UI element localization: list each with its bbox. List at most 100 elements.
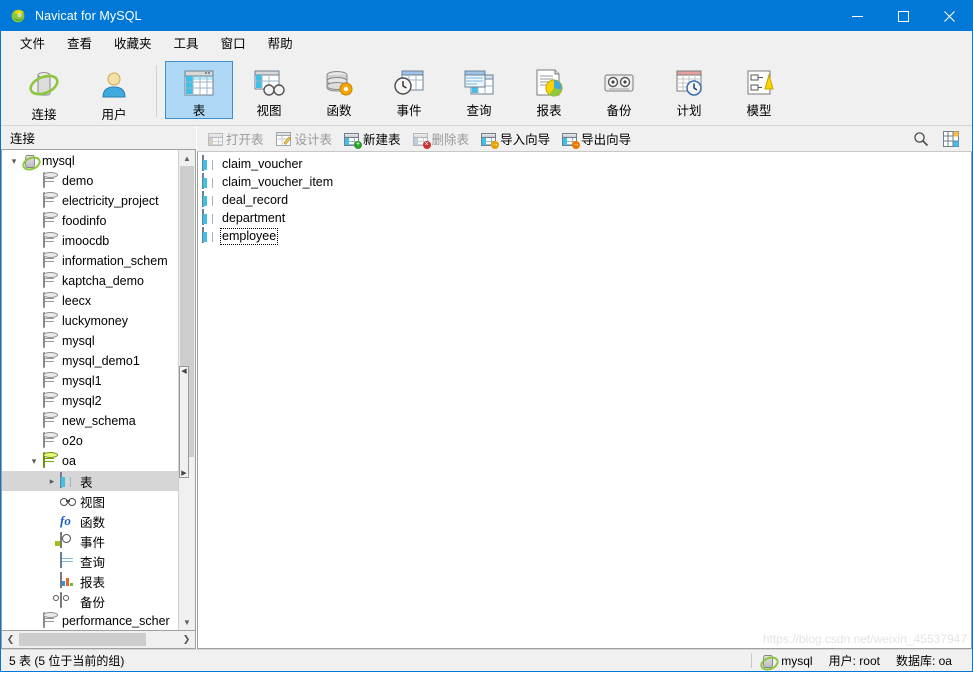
table-list-item[interactable]: deal_record [198, 191, 971, 209]
close-button[interactable] [926, 1, 972, 31]
delete-table-button[interactable]: × 删除表 [409, 126, 476, 151]
tree-node-views[interactable]: 视图 [2, 491, 178, 511]
tree-node-demo[interactable]: demo [2, 171, 178, 191]
scroll-thumb-horizontal[interactable] [19, 633, 147, 646]
open-table-icon [207, 131, 223, 147]
splitter-arrow-up-icon: ◀ [181, 368, 187, 375]
new-table-button[interactable]: + 新建表 [340, 126, 407, 151]
toolbar-button-schedule[interactable]: 计划 [655, 61, 723, 119]
tree-node-leecx[interactable]: leecx [2, 291, 178, 311]
toolbar-button-backup[interactable]: 备份 [585, 61, 653, 119]
scroll-up-icon[interactable]: ▲ [179, 150, 195, 166]
table-list-item[interactable]: department [198, 209, 971, 227]
tree-node-backups[interactable]: 备份 [2, 591, 178, 611]
tree-node-tables[interactable]: ▸ 表 [2, 471, 178, 491]
tree-node-mysql1[interactable]: mysql1 [2, 371, 178, 391]
design-table-button[interactable]: 设计表 [272, 126, 339, 151]
tree-node-functions[interactable]: fo 函数 [2, 511, 178, 531]
tree-node-kaptcha-demo[interactable]: kaptcha_demo [2, 271, 178, 291]
menu-view[interactable]: 查看 [56, 32, 103, 56]
tree-node-label: 函数 [80, 515, 106, 530]
table-list-item[interactable]: claim_voucher_item [198, 173, 971, 191]
pane-splitter-handle[interactable]: ◀ ▶ [179, 366, 189, 478]
table-icon [202, 173, 218, 190]
content-area: 连接 ▾ mysql demo electricity_project food… [1, 126, 972, 649]
object-toolbar-right [906, 130, 972, 147]
tree-node-mysql-demo1[interactable]: mysql_demo1 [2, 351, 178, 371]
tree-node-performance-schema[interactable]: performance_scher [2, 611, 178, 630]
button-label: 设计表 [294, 133, 333, 147]
object-pane: 打开表 设计表 + 新建表 × 删除表 → 导入向导 → 导出向导 claim_… [196, 126, 972, 649]
tree-node-label: demo [62, 174, 94, 188]
backup-icon [602, 69, 636, 97]
toolbar-label: 表 [192, 104, 206, 118]
chevron-down-icon[interactable]: ▾ [6, 151, 22, 171]
toolbar-label: 查询 [466, 104, 492, 118]
table-list[interactable]: claim_voucher claim_voucher_item deal_re… [197, 152, 972, 649]
import-wizard-button[interactable]: → 导入向导 [477, 126, 556, 151]
tree-node-mysql-db[interactable]: mysql [2, 331, 178, 351]
tree-node-queries[interactable]: 查询 [2, 551, 178, 571]
scroll-left-icon[interactable]: ❮ [2, 631, 19, 648]
tree-node-events[interactable]: 事件 [2, 531, 178, 551]
status-user: 用户: root [828, 654, 880, 668]
menu-favorites[interactable]: 收藏夹 [103, 32, 163, 56]
menu-file[interactable]: 文件 [9, 32, 56, 56]
toolbar-button-view[interactable]: 视图 [235, 61, 303, 119]
open-table-button[interactable]: 打开表 [203, 126, 270, 151]
tree-node-new-schema[interactable]: new_schema [2, 411, 178, 431]
database-icon [42, 412, 58, 429]
tree-node-imoocdb[interactable]: imoocdb [2, 231, 178, 251]
status-bar: 5 表 (5 位于当前的组) mysql 用户: root 数据库: oa [1, 649, 972, 673]
scroll-down-icon[interactable]: ▼ [179, 614, 195, 630]
database-icon-open [42, 452, 58, 469]
tree-node-label: mysql1 [62, 374, 102, 388]
tree-node-electricity-project[interactable]: electricity_project [2, 191, 178, 211]
tree-node-foodinfo[interactable]: foodinfo [2, 211, 178, 231]
tree-vertical-scrollbar[interactable]: ▲ ▼ ◀ ▶ [178, 150, 195, 630]
tree-node-label: mysql [62, 334, 95, 348]
toolbar-button-connection[interactable]: 连接 [10, 61, 78, 122]
toolbar-button-table[interactable]: 表 [165, 61, 233, 119]
database-icon [42, 332, 58, 349]
toolbar-button-query[interactable]: 查询 [445, 61, 513, 119]
query-icon [462, 69, 496, 97]
tree-node-information-schema[interactable]: information_schem [2, 251, 178, 271]
toolbar-button-function[interactable]: 函数 [305, 61, 373, 119]
report-icon [60, 572, 76, 589]
scroll-track-horizontal[interactable] [19, 633, 178, 646]
scroll-right-icon[interactable]: ❯ [178, 631, 195, 648]
event-icon [60, 532, 76, 549]
maximize-button[interactable] [880, 1, 926, 31]
chevron-right-icon[interactable]: ▸ [44, 471, 60, 491]
tree-horizontal-scrollbar[interactable]: ❮ ❯ [1, 631, 196, 649]
menu-window[interactable]: 窗口 [210, 32, 257, 56]
toolbar-button-user[interactable]: 用户 [80, 61, 148, 122]
tree-node-mysql[interactable]: ▾ mysql [2, 151, 178, 174]
tree-node-oa[interactable]: ▾ oa [2, 451, 178, 471]
tree-node-label: leecx [62, 294, 92, 308]
menu-help[interactable]: 帮助 [257, 32, 304, 56]
menu-tools[interactable]: 工具 [163, 32, 210, 56]
database-icon [42, 312, 58, 329]
tree-node-o2o[interactable]: o2o [2, 431, 178, 451]
toolbar-button-report[interactable]: 报表 [515, 61, 583, 119]
toolbar-label: 视图 [256, 104, 282, 118]
view-mode-icon[interactable] [943, 130, 959, 147]
tree-node-reports[interactable]: 报表 [2, 571, 178, 591]
status-connection: mysql [752, 650, 820, 673]
tree-node-label: mysql_demo1 [62, 354, 140, 368]
toolbar-button-model[interactable]: 模型 [725, 61, 793, 119]
new-table-icon: + [344, 131, 363, 149]
search-icon[interactable] [913, 131, 929, 147]
tree-node-label: mysql [42, 154, 75, 168]
minimize-button[interactable] [834, 1, 880, 31]
tree-node-mysql2[interactable]: mysql2 [2, 391, 178, 411]
table-list-item[interactable]: claim_voucher [198, 155, 971, 173]
table-list-item[interactable]: employee [198, 227, 971, 245]
chevron-down-icon[interactable]: ▾ [26, 451, 42, 471]
tree-node-luckymoney[interactable]: luckymoney [2, 311, 178, 331]
toolbar-button-event[interactable]: 事件 [375, 61, 443, 119]
export-wizard-button[interactable]: → 导出向导 [558, 126, 637, 151]
connection-tree[interactable]: ▾ mysql demo electricity_project foodinf… [2, 150, 178, 630]
